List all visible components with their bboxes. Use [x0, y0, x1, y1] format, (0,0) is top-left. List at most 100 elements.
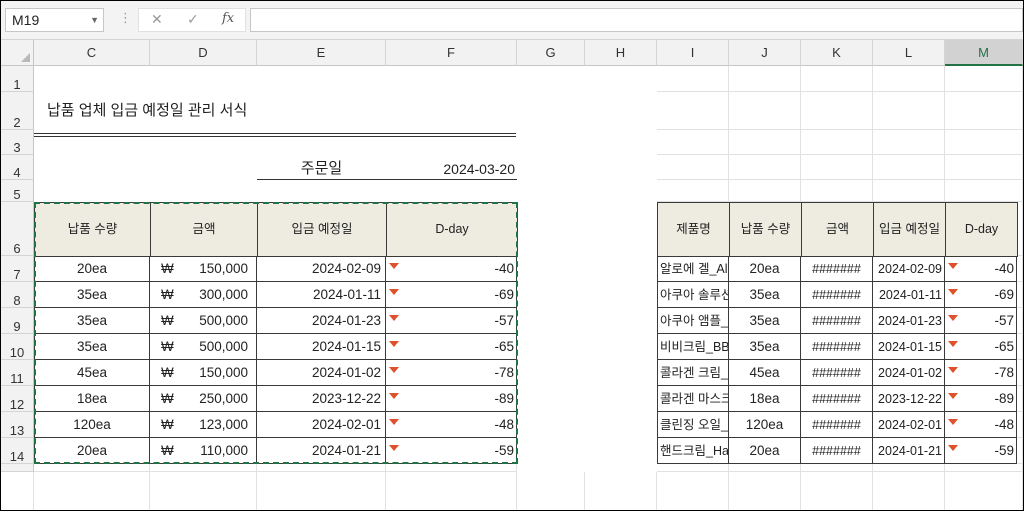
- due-date-cell[interactable]: 2024-02-09: [873, 256, 945, 282]
- column-header-f[interactable]: F: [386, 40, 517, 66]
- due-date-cell[interactable]: 2024-02-01: [873, 412, 945, 438]
- qty-cell[interactable]: 20ea: [729, 256, 801, 282]
- product-cell[interactable]: 아쿠아 솔루션: [657, 282, 729, 308]
- column-header-i[interactable]: I: [657, 40, 729, 66]
- amount-cell[interactable]: #######: [801, 256, 873, 282]
- amount-cell[interactable]: #######: [801, 386, 873, 412]
- insert-function-icon[interactable]: fx: [222, 11, 234, 26]
- product-cell[interactable]: 알로에 겔_Alo: [657, 256, 729, 282]
- dday-cell[interactable]: -57: [945, 308, 1017, 334]
- sheet-title: 납품 업체 입금 예정일 관리 서식: [47, 102, 248, 119]
- title-double-underline: [34, 133, 516, 137]
- column-header-h[interactable]: H: [585, 40, 657, 66]
- product-cell[interactable]: 콜라겐 마스크: [657, 386, 729, 412]
- due-date-cell[interactable]: 2024-01-02: [873, 360, 945, 386]
- copy-marquee: [34, 202, 518, 464]
- row-header-1[interactable]: 1: [1, 66, 34, 92]
- dday-cell[interactable]: -89: [945, 386, 1017, 412]
- down-arrow-icon: [948, 367, 958, 373]
- amount-cell[interactable]: #######: [801, 334, 873, 360]
- qty-cell[interactable]: 120ea: [729, 412, 801, 438]
- dday-cell[interactable]: -69: [945, 282, 1017, 308]
- formula-buttons: ✕ ✓ fx: [138, 8, 246, 32]
- column-header-j[interactable]: J: [729, 40, 801, 66]
- row-header-7[interactable]: 7: [1, 256, 34, 282]
- formula-input[interactable]: [250, 8, 1023, 32]
- right-table-header: 금액: [801, 202, 874, 257]
- amount-cell[interactable]: #######: [801, 282, 873, 308]
- column-header-l[interactable]: L: [873, 40, 945, 66]
- amount-cell[interactable]: #######: [801, 412, 873, 438]
- due-date-cell[interactable]: 2023-12-22: [873, 386, 945, 412]
- dday-cell[interactable]: -78: [945, 360, 1017, 386]
- qty-cell[interactable]: 35ea: [729, 308, 801, 334]
- row-header-3[interactable]: 3: [1, 130, 34, 155]
- product-cell[interactable]: 콜라겐 크림_C: [657, 360, 729, 386]
- amount-cell[interactable]: #######: [801, 308, 873, 334]
- down-arrow-icon: [948, 315, 958, 321]
- excel-window: M19 ▼ ⋮ ✕ ✓ fx C D E F G H I J K L M 1 2 3 4 5 6 7 8 9 10 11 1…: [0, 0, 1024, 511]
- row-header-12[interactable]: 12: [1, 386, 34, 412]
- right-table-header: D-day: [945, 202, 1018, 257]
- right-table-header: 입금 예정일: [873, 202, 946, 257]
- dday-cell[interactable]: -59: [945, 438, 1017, 464]
- row-header-11[interactable]: 11: [1, 360, 34, 386]
- spreadsheet-grid[interactable]: C D E F G H I J K L M 1 2 3 4 5 6 7 8 9 10 11 12 13 14 납품 업체 입금 예…: [1, 40, 1023, 510]
- down-arrow-icon: [948, 289, 958, 295]
- qty-cell[interactable]: 18ea: [729, 386, 801, 412]
- right-table-header: 납품 수량: [729, 202, 802, 257]
- name-box-value: M19: [12, 12, 40, 28]
- name-box[interactable]: M19 ▼: [5, 8, 104, 32]
- enter-icon[interactable]: ✓: [187, 11, 199, 28]
- qty-cell[interactable]: 20ea: [729, 438, 801, 464]
- column-header-k[interactable]: K: [801, 40, 873, 66]
- gridline-v: [1022, 66, 1023, 510]
- row-header-14[interactable]: 14: [1, 438, 34, 464]
- row-header-6[interactable]: 6: [1, 202, 34, 256]
- amount-cell[interactable]: #######: [801, 438, 873, 464]
- blank-area: [517, 202, 585, 472]
- column-header-e[interactable]: E: [257, 40, 386, 66]
- right-table-header: 제품명: [657, 202, 730, 257]
- down-arrow-icon: [948, 393, 958, 399]
- due-date-cell[interactable]: 2024-01-23: [873, 308, 945, 334]
- row-header-8[interactable]: 8: [1, 282, 34, 308]
- row-header-13[interactable]: 13: [1, 412, 34, 438]
- product-cell[interactable]: 비비크림_BB: [657, 334, 729, 360]
- order-date-underline: [257, 179, 517, 180]
- qty-cell[interactable]: 45ea: [729, 360, 801, 386]
- qty-cell[interactable]: 35ea: [729, 334, 801, 360]
- formula-bar: M19 ▼ ⋮ ✕ ✓ fx: [1, 1, 1023, 40]
- chevron-down-icon[interactable]: ▼: [90, 9, 99, 31]
- product-cell[interactable]: 클린징 오일_C: [657, 412, 729, 438]
- down-arrow-icon: [948, 341, 958, 347]
- row-header-partial: [1, 464, 34, 472]
- due-date-cell[interactable]: 2024-01-21: [873, 438, 945, 464]
- product-cell[interactable]: 아쿠아 앰플_A: [657, 308, 729, 334]
- row-header-4[interactable]: 4: [1, 155, 34, 180]
- column-header-c[interactable]: C: [34, 40, 150, 66]
- due-date-cell[interactable]: 2024-01-11: [873, 282, 945, 308]
- dday-cell[interactable]: -48: [945, 412, 1017, 438]
- down-arrow-icon: [948, 263, 958, 269]
- row-header-9[interactable]: 9: [1, 308, 34, 334]
- select-all-corner[interactable]: [1, 40, 34, 66]
- down-arrow-icon: [948, 445, 958, 451]
- row-header-10[interactable]: 10: [1, 334, 34, 360]
- product-cell[interactable]: 핸드크림_Har: [657, 438, 729, 464]
- dday-cell[interactable]: -65: [945, 334, 1017, 360]
- order-date-label: 주문일: [300, 160, 343, 177]
- column-header-g[interactable]: G: [517, 40, 585, 66]
- column-header-m[interactable]: M: [945, 40, 1023, 66]
- blank-area: [585, 66, 657, 472]
- more-icon: ⋮: [119, 10, 132, 25]
- amount-cell[interactable]: #######: [801, 360, 873, 386]
- due-date-cell[interactable]: 2024-01-15: [873, 334, 945, 360]
- order-date-value[interactable]: 2024-03-20: [386, 158, 515, 180]
- column-header-d[interactable]: D: [150, 40, 257, 66]
- dday-cell[interactable]: -40: [945, 256, 1017, 282]
- qty-cell[interactable]: 35ea: [729, 282, 801, 308]
- row-header-5[interactable]: 5: [1, 180, 34, 202]
- row-header-2[interactable]: 2: [1, 92, 34, 130]
- cancel-icon[interactable]: ✕: [151, 11, 163, 28]
